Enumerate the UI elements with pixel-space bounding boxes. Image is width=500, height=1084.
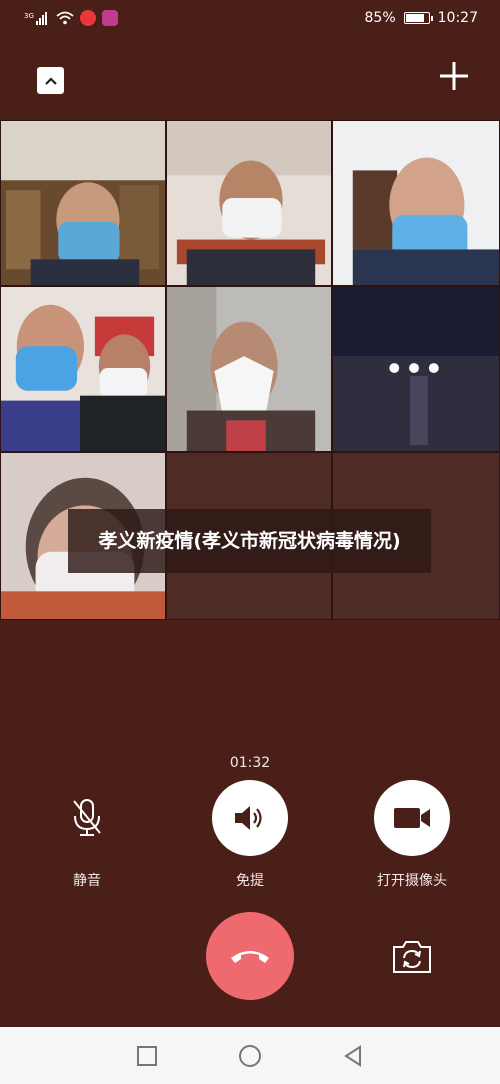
participant-video-tile-loading[interactable] [332, 286, 500, 452]
flip-camera-button[interactable] [390, 938, 434, 976]
call-title-banner: 孝义新疫情(孝义市新冠状病毒情况) [68, 509, 431, 573]
camera-button[interactable] [374, 780, 450, 856]
microphone-off-icon [73, 799, 101, 836]
network-type: 3G [24, 12, 34, 20]
participant-video [1, 287, 165, 451]
status-right: 85% 10:27 [365, 10, 478, 26]
participant-video-tile[interactable] [166, 120, 332, 286]
mute-control[interactable]: 静音 [27, 780, 147, 890]
battery-icon [403, 12, 433, 24]
wifi-icon [56, 11, 74, 25]
phone-hangup-icon [231, 951, 269, 963]
participant-video-tile[interactable] [332, 120, 500, 286]
participant-video-tile[interactable] [0, 120, 166, 286]
participant-video-tile[interactable] [0, 286, 166, 452]
camera-control[interactable]: 打开摄像头 [352, 780, 472, 890]
speaker-button[interactable] [212, 780, 288, 856]
hangup-button[interactable] [206, 912, 294, 1000]
participant-video [167, 121, 331, 285]
mute-button[interactable] [49, 780, 125, 856]
app-notification-icon [80, 10, 96, 26]
battery-percent: 85% [364, 10, 396, 26]
clock: 10:27 [437, 10, 478, 26]
signal-icon: 3G [24, 12, 47, 25]
circle-icon[interactable] [238, 1044, 262, 1068]
participant-video [1, 121, 165, 285]
camera-label: 打开摄像头 [377, 873, 447, 889]
battery-fill [405, 14, 425, 22]
loading-dot [389, 363, 400, 373]
square-icon[interactable] [136, 1045, 158, 1067]
status-bar: 3G 85% 10:27 [0, 0, 500, 36]
speaker-icon [235, 806, 262, 830]
triangle-back-icon[interactable] [342, 1044, 364, 1067]
participant-video [333, 287, 499, 451]
loading-dot [428, 363, 439, 373]
call-timer: 01:32 [229, 755, 271, 771]
collapse-button[interactable] [37, 67, 64, 94]
loading-dot [409, 363, 419, 373]
app-notification-icon-2 [102, 10, 118, 26]
status-left: 3G [24, 10, 118, 26]
plus-icon [440, 62, 468, 90]
system-navigation-bar [0, 1027, 500, 1084]
mute-label: 静音 [73, 873, 101, 889]
participant-video [333, 121, 499, 285]
speaker-label: 免提 [236, 873, 264, 889]
participant-video-tile[interactable] [166, 286, 332, 452]
video-camera-icon [394, 808, 430, 828]
camera-flip-icon [393, 941, 431, 973]
speaker-control[interactable]: 免提 [190, 780, 310, 890]
participant-video [167, 287, 331, 451]
add-participant-button[interactable] [438, 60, 470, 92]
chevron-up-icon [44, 76, 57, 85]
